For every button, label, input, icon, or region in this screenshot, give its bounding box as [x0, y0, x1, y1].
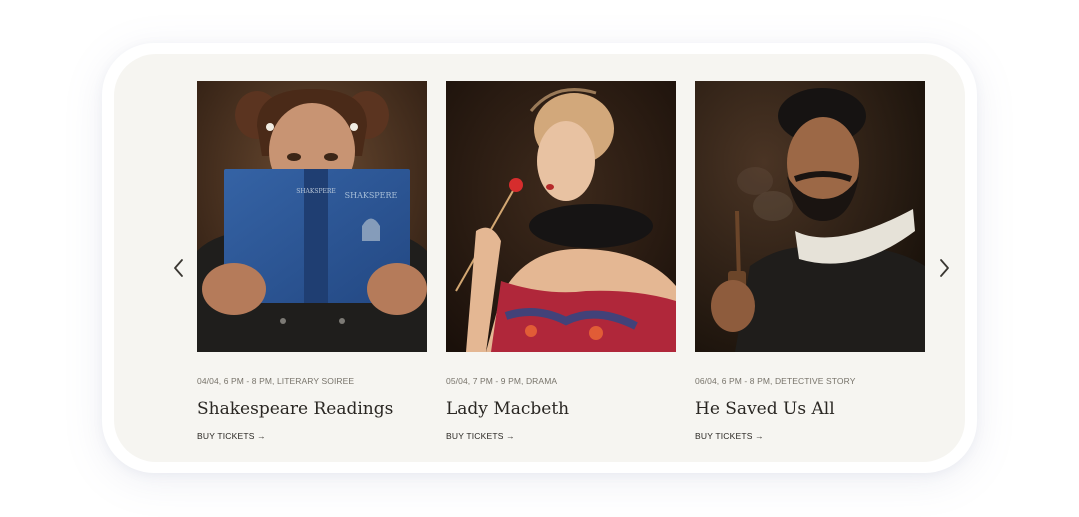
event-meta: 04/04, 6 PM - 8 PM, Literary Soiree — [197, 376, 355, 386]
event-photo-detective[interactable] — [695, 81, 925, 352]
carousel-frame: SHAKSPERE SHAKSPERE 04/04, 6 PM - 8 PM, … — [102, 43, 977, 473]
event-meta: 06/04, 6 PM - 8 PM, Detective Story — [695, 376, 856, 386]
buy-tickets-link[interactable]: Buy Tickets → — [197, 431, 427, 441]
book-cover-text: SHAKSPERE — [345, 191, 398, 200]
event-photo-reader[interactable]: SHAKSPERE SHAKSPERE — [197, 81, 427, 352]
event-meta: 05/04, 7 PM - 9 PM, Drama — [446, 376, 558, 386]
event-card-lady-macbeth[interactable]: 05/04, 7 PM - 9 PM, Drama Lady Macbeth B… — [446, 81, 676, 441]
book-spine-text: SHAKSPERE — [296, 188, 336, 195]
event-title[interactable]: Lady Macbeth — [446, 399, 676, 419]
event-card-he-saved-us-all[interactable]: 06/04, 6 PM - 8 PM, Detective Story He S… — [695, 81, 925, 441]
buy-tickets-link[interactable]: Buy Tickets → — [695, 431, 925, 441]
next-button[interactable] — [935, 257, 953, 279]
prev-button[interactable] — [170, 257, 188, 279]
buy-tickets-link[interactable]: Buy Tickets → — [446, 431, 676, 441]
event-title[interactable]: He Saved Us All — [695, 399, 925, 419]
chevron-left-icon — [174, 259, 183, 277]
carousel-panel: SHAKSPERE SHAKSPERE 04/04, 6 PM - 8 PM, … — [114, 54, 965, 462]
event-title[interactable]: Shakespeare Readings — [197, 399, 427, 419]
event-card-shakespeare[interactable]: SHAKSPERE SHAKSPERE 04/04, 6 PM - 8 PM, … — [197, 81, 427, 441]
event-photo-lady[interactable] — [446, 81, 676, 352]
chevron-right-icon — [940, 259, 949, 277]
